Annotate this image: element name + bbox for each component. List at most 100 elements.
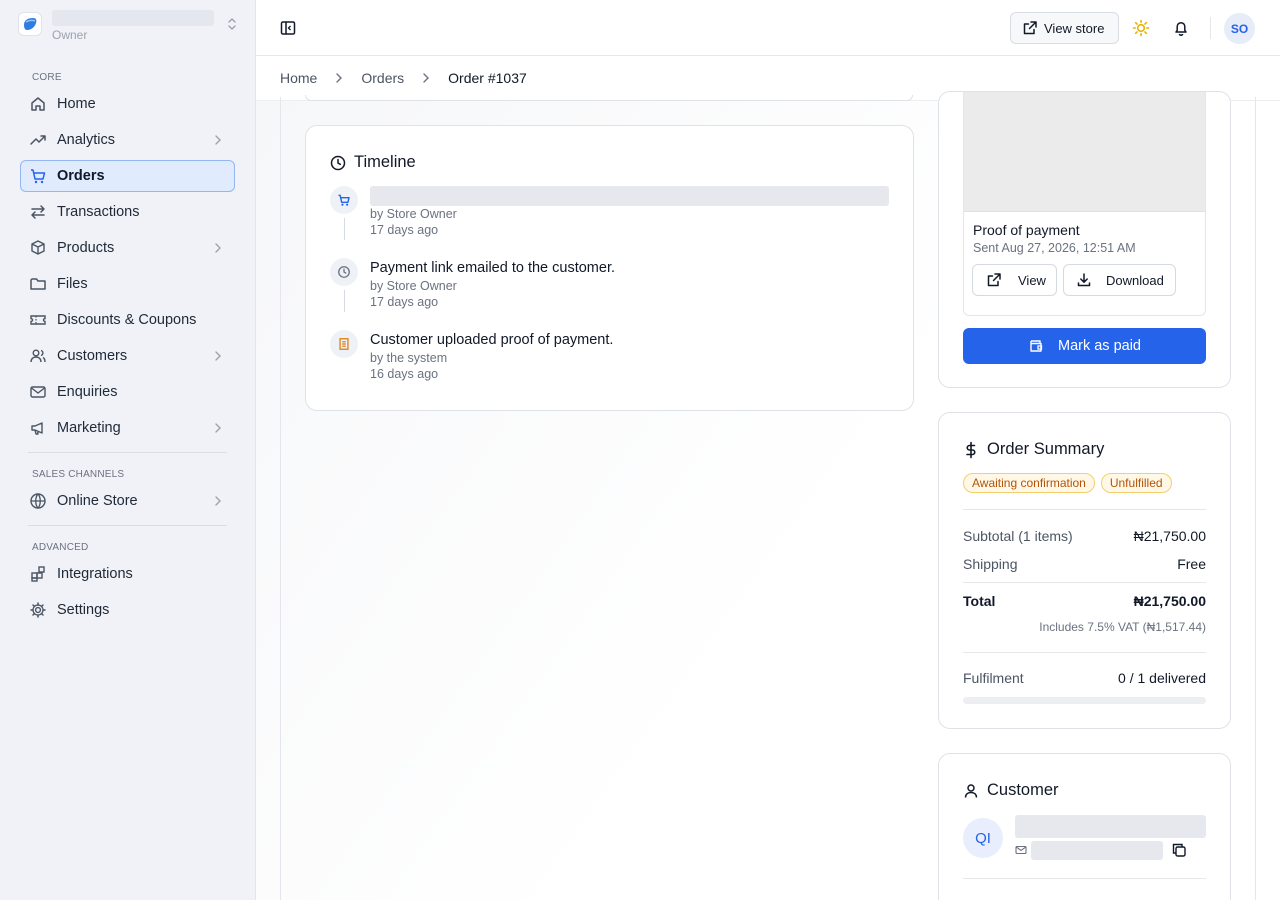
- external-link-icon: [986, 272, 1012, 288]
- subtotal-label: Subtotal (1 items): [963, 528, 1073, 544]
- proof-sent-date: Sent Aug 27, 2026, 12:51 AM: [973, 241, 1136, 255]
- sidebar-item-marketing[interactable]: Marketing: [20, 412, 235, 444]
- store-switcher[interactable]: Owner: [18, 10, 240, 44]
- customer-card: Customer QI: [938, 753, 1231, 900]
- sidebar-item-online-store[interactable]: Online Store: [20, 485, 235, 517]
- chevron-right-icon: [212, 422, 224, 434]
- chevron-right-icon: [333, 72, 345, 84]
- status-badge: Unfulfilled: [1100, 473, 1172, 493]
- customer-header: Customer: [963, 781, 1059, 800]
- status-badges: Awaiting confirmation Unfulfilled: [963, 473, 1178, 493]
- payment-card: Proof of payment Sent Aug 27, 2026, 12:5…: [938, 91, 1231, 388]
- sidebar-item-analytics[interactable]: Analytics: [20, 124, 235, 156]
- user-avatar[interactable]: SO: [1224, 13, 1255, 44]
- clock-icon: [330, 155, 354, 171]
- timeline-connector: [344, 218, 345, 240]
- customer-avatar: QI: [963, 818, 1003, 858]
- nav-section-sales-channels: SALES CHANNELS: [32, 469, 125, 480]
- view-store-button[interactable]: View store: [1010, 12, 1119, 44]
- timeline-event-title: Customer uploaded proof of payment.: [370, 332, 614, 348]
- cart-icon: [330, 186, 358, 214]
- bell-icon[interactable]: [1172, 19, 1190, 37]
- total-row: Total ₦21,750.00: [963, 593, 1206, 609]
- fulfilment-label: Fulfilment: [963, 670, 1024, 686]
- timeline-event-title-placeholder: [370, 186, 889, 206]
- receipt-icon: [330, 330, 358, 358]
- sidebar-item-files[interactable]: Files: [20, 268, 235, 300]
- sidebar-item-label: Discounts & Coupons: [57, 312, 197, 328]
- sidebar-item-discounts[interactable]: Discounts & Coupons: [20, 304, 235, 336]
- arrows-left-right-icon: [29, 203, 47, 221]
- proof-image[interactable]: [964, 92, 1205, 212]
- fulfilment-progress-bar: [963, 697, 1206, 704]
- sidebar-item-label: Integrations: [57, 566, 133, 582]
- sidebar-item-home[interactable]: Home: [20, 88, 235, 120]
- cart-icon: [29, 167, 47, 185]
- nav-section-advanced: ADVANCED: [32, 542, 89, 553]
- total-value: ₦21,750.00: [1133, 593, 1206, 609]
- top-bar: View store SO: [256, 0, 1280, 56]
- chevron-right-icon: [420, 72, 432, 84]
- sidebar-item-orders[interactable]: Orders: [20, 160, 235, 192]
- sidebar-item-customers[interactable]: Customers: [20, 340, 235, 372]
- sidebar-item-label: Analytics: [57, 132, 116, 148]
- timeline-header: Timeline: [330, 153, 416, 172]
- shipping-value: Free: [1177, 556, 1206, 572]
- sidebar-item-label: Transactions: [57, 204, 140, 220]
- view-label: View: [1018, 272, 1046, 288]
- megaphone-icon: [29, 419, 47, 437]
- shipping-label: Shipping: [963, 556, 1018, 572]
- timeline-event-time: 16 days ago: [370, 367, 439, 381]
- store-logo: [18, 12, 42, 36]
- sidebar-item-integrations[interactable]: Integrations: [20, 558, 235, 590]
- customer-email-placeholder: [1031, 841, 1163, 860]
- wallet-icon: [1028, 338, 1058, 354]
- timeline-event-title: Payment link emailed to the customer.: [370, 260, 616, 276]
- divider: [963, 509, 1206, 510]
- blocks-icon: [29, 565, 47, 583]
- sidebar-nav: CORE Home Analytics Orders Transactions …: [20, 70, 235, 626]
- subtotal-row: Subtotal (1 items) ₦21,750.00: [963, 528, 1206, 544]
- chevron-right-icon: [212, 134, 224, 146]
- sidebar-item-products[interactable]: Products: [20, 232, 235, 264]
- view-store-label: View store: [1044, 20, 1105, 36]
- store-role: Owner: [52, 28, 88, 42]
- trending-up-icon: [29, 131, 47, 149]
- mark-as-paid-button[interactable]: Mark as paid: [963, 328, 1206, 364]
- download-icon: [1076, 272, 1102, 288]
- breadcrumb-home[interactable]: Home: [280, 70, 317, 86]
- fulfilment-row: Fulfilment 0 / 1 delivered: [963, 670, 1206, 686]
- timeline-event-time: 17 days ago: [370, 223, 439, 237]
- divider: [963, 878, 1206, 879]
- sun-icon[interactable]: [1132, 19, 1150, 37]
- download-label: Download: [1106, 272, 1164, 288]
- breadcrumb-current: Order #1037: [448, 70, 527, 86]
- top-divider: [1210, 17, 1211, 39]
- vat-note: Includes 7.5% VAT (₦1,517.44): [1039, 620, 1206, 634]
- sidebar-item-enquiries[interactable]: Enquiries: [20, 376, 235, 408]
- dollar-icon: [963, 441, 987, 459]
- sidebar-toggle-icon[interactable]: [278, 18, 298, 38]
- divider: [963, 652, 1206, 653]
- main-content: Timeline by Store Owner 17 days ago Paym…: [256, 91, 1280, 900]
- folder-icon: [29, 275, 47, 293]
- order-summary-card: Order Summary Awaiting confirmation Unfu…: [938, 412, 1231, 729]
- customer-name-placeholder: [1015, 815, 1206, 838]
- copy-icon[interactable]: [1171, 842, 1187, 858]
- store-name-placeholder: [52, 10, 214, 26]
- timeline-connector: [344, 290, 345, 312]
- chevron-right-icon: [212, 242, 224, 254]
- sidebar-item-label: Marketing: [57, 420, 121, 436]
- fulfilment-value: 0 / 1 delivered: [1118, 670, 1206, 686]
- sidebar-item-settings[interactable]: Settings: [20, 594, 235, 626]
- divider: [963, 582, 1206, 583]
- view-proof-button[interactable]: View: [972, 264, 1057, 296]
- download-proof-button[interactable]: Download: [1063, 264, 1176, 296]
- timeline-event-author: by Store Owner: [370, 207, 457, 221]
- sidebar-item-transactions[interactable]: Transactions: [20, 196, 235, 228]
- breadcrumb-orders[interactable]: Orders: [361, 70, 404, 86]
- mail-icon: [29, 383, 47, 401]
- sidebar-item-label: Orders: [57, 168, 105, 184]
- ticket-icon: [29, 311, 47, 329]
- timeline-card: Timeline by Store Owner 17 days ago Paym…: [305, 125, 914, 411]
